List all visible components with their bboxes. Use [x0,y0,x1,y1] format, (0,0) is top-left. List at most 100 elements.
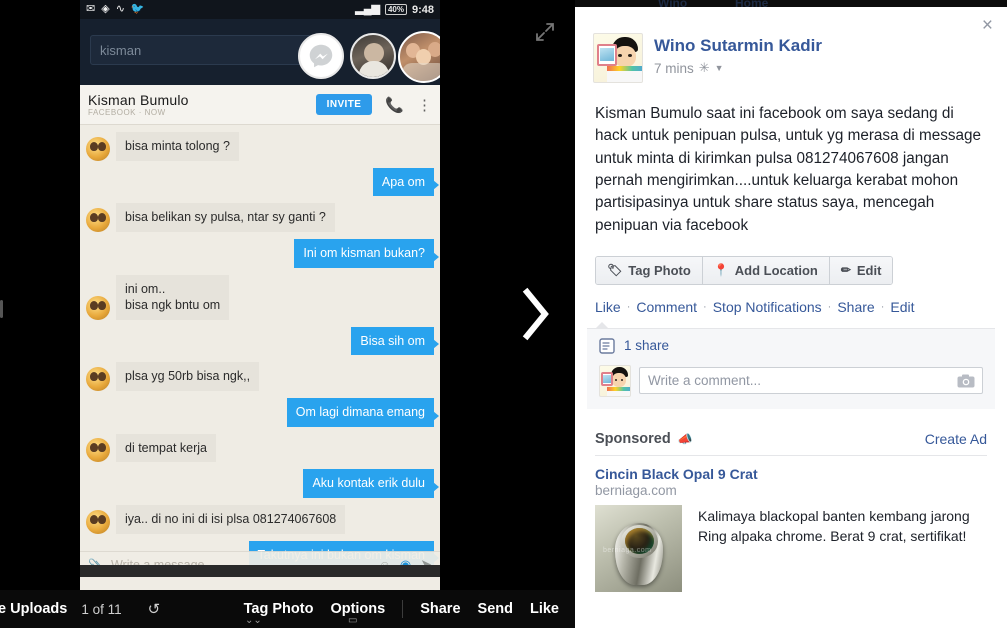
share-count-link[interactable]: 1 share [624,338,669,353]
photo-action-buttons: 🏷 Tag Photo 📍 Add Location ✏ Edit [575,237,1007,285]
globe-icon[interactable]: ✳ [699,60,710,76]
chat-title-bar: Kisman Bumulo FACEBOOK · NOW INVITE 📞 ⋮ [80,85,440,125]
chat-bubble: Bisa sih om [351,326,439,356]
mail-icon: ✉ [86,3,96,15]
chat-bubble: di tempat kerja [116,433,216,463]
tag-photo-label: Tag Photo [628,262,691,278]
phone-search-input[interactable]: kisman [90,35,315,65]
chat-message-row: ini om.. bisa ngk bntu om [86,274,434,320]
chat-bubble: iya.. di no ini di isi plsa 081274067608 [116,504,346,534]
avatar [86,509,110,534]
chat-message-thread[interactable]: bisa minta tolong ? Apa om bisa belikan sy… [80,125,440,577]
location-pin-icon: 📍 [713,263,729,278]
send-button[interactable]: Send [478,601,513,617]
friend-chat-head-1[interactable] [350,33,396,79]
friend-chat-head-2[interactable] [398,31,440,83]
ad-url: berniaga.com [595,482,677,498]
post-header: Wino Sutarmin Kadir 7 mins ✳ ▼ [575,7,1007,83]
phone-status-bar: ✉ ◈ ∿ 🐦 ▂▄▆ 40% 9:48 [80,0,440,19]
signal-icon: ▂▄▆ [355,3,380,15]
photo-image-phone-chat-screenshot[interactable]: ✉ ◈ ∿ 🐦 ▂▄▆ 40% 9:48 kisman Kisman Bumul… [80,0,440,600]
comment-link[interactable]: Comment [636,299,697,315]
post-author-name[interactable]: Wino Sutarmin Kadir [654,36,822,56]
link-divider: · [827,300,832,313]
chat-bubble: plsa yg 50rb bisa ngk,, [116,362,260,391]
phone-search-and-chatheads: kisman [80,19,440,85]
options-glyph-icon: ▭ [348,615,358,626]
avatar [599,364,631,397]
comment-placeholder: Write a comment... [648,373,762,389]
add-location-label: Add Location [734,262,818,278]
avatar[interactable] [593,33,643,83]
ad-description: Kalimaya blackopal banten kembang jarong… [698,507,970,544]
sponsored-header: Sponsored 📣 Create Ad [575,409,1007,455]
edit-label: Edit [856,262,882,278]
tag-photo-button[interactable]: 🏷 Tag Photo [596,256,703,284]
comment-input[interactable]: Write a comment... [639,367,983,395]
chat-message-row: Ini om kisman bukan? [86,238,439,268]
link-divider: · [703,300,707,313]
chat-message-row: bisa belikan sy pulsa, ntar sy ganti ? [86,203,434,232]
megaphone-icon: 📣 [677,431,693,446]
rotate-icon[interactable]: ↺ [148,600,161,618]
share-button[interactable]: Share [420,601,460,617]
messenger-chat-head[interactable] [298,33,344,79]
chat-message-row: iya.. di no ini di isi plsa 081274067608 [86,504,434,534]
wave-icon: ∿ [115,3,125,15]
chat-message-row: Apa om [86,167,440,197]
edit-button[interactable]: ✏ Edit [829,256,893,284]
close-icon[interactable]: × [982,16,993,35]
tag-photo-glyph-icon: ⌄⌄ [245,615,262,626]
twitter-icon: 🐦 [130,3,145,15]
post-text: Kisman Bumulo saat ini facebook om saya … [595,105,982,234]
chat-bubble: Om lagi dimana emang [286,398,440,427]
like-button[interactable]: Like [530,601,559,617]
kebab-menu-icon[interactable]: ⋮ [417,96,432,114]
chat-bubble: Aku kontak erik dulu [303,469,439,498]
chat-bubble: ini om.. bisa ngk bntu om [116,274,230,320]
ad-image-watermark: berniaga.com [603,546,652,554]
album-name-link[interactable]: le Uploads [0,601,67,617]
share-and-comment-block: 1 share Write a comment... [587,321,995,409]
post-detail-pane: × Wino Sutarmin Kadir 7 mins ✳ ▼ Kisman … [575,7,1007,628]
previous-photo-arrow[interactable] [0,300,3,318]
chat-bubble: Ini om kisman bukan? [294,238,439,268]
ad-title-link[interactable]: Cincin Black Opal 9 Crat [595,466,987,482]
like-link[interactable]: Like [595,299,621,315]
theater-actions: Tag Photo Options Share Send Like [244,600,575,618]
phone-call-icon[interactable]: 📞 [385,96,404,114]
share-link[interactable]: Share [837,299,874,315]
add-location-button[interactable]: 📍 Add Location [702,256,830,284]
invite-button[interactable]: INVITE [315,94,373,115]
options-button[interactable]: Options [330,601,385,617]
chat-bubble: bisa belikan sy pulsa, ntar sy ganti ? [116,203,335,232]
link-divider: · [626,300,631,313]
chat-contact-subtitle: FACEBOOK · NOW [88,108,166,117]
chat-message-row: Om lagi dimana emang [86,398,440,427]
battery-level: 40% [384,4,407,15]
photo-theater: ✉ ◈ ∿ 🐦 ▂▄▆ 40% 9:48 kisman Kisman Bumul… [0,0,575,628]
chat-message-row: Bisa sih om [86,326,439,356]
avatar [86,136,110,161]
next-photo-arrow[interactable] [513,279,557,349]
avatar [86,438,110,463]
expand-icon[interactable] [533,20,557,44]
avatar [86,367,110,391]
stop-notifications-link[interactable]: Stop Notifications [713,299,822,315]
create-ad-link[interactable]: Create Ad [925,431,987,447]
black-opal-ring-photo[interactable]: berniaga.com [595,504,682,592]
sponsored-ad: Cincin Black Opal 9 Crat berniaga.com be… [575,456,1007,592]
clock: 9:48 [411,3,434,16]
chevron-down-icon[interactable]: ▼ [715,63,724,73]
avatar [86,207,110,232]
edit-link[interactable]: Edit [890,299,914,315]
toolbar-divider [402,600,404,618]
link-divider: · [880,300,885,313]
sponsored-label: Sponsored [595,430,671,447]
post-timestamp[interactable]: 7 mins [654,61,694,76]
avatar [86,295,110,320]
chat-message-row: Aku kontak erik dulu [86,469,439,498]
camera-icon[interactable] [957,374,975,388]
photo-bottom-edge [80,565,440,577]
pencil-icon: ✏ [840,263,851,278]
